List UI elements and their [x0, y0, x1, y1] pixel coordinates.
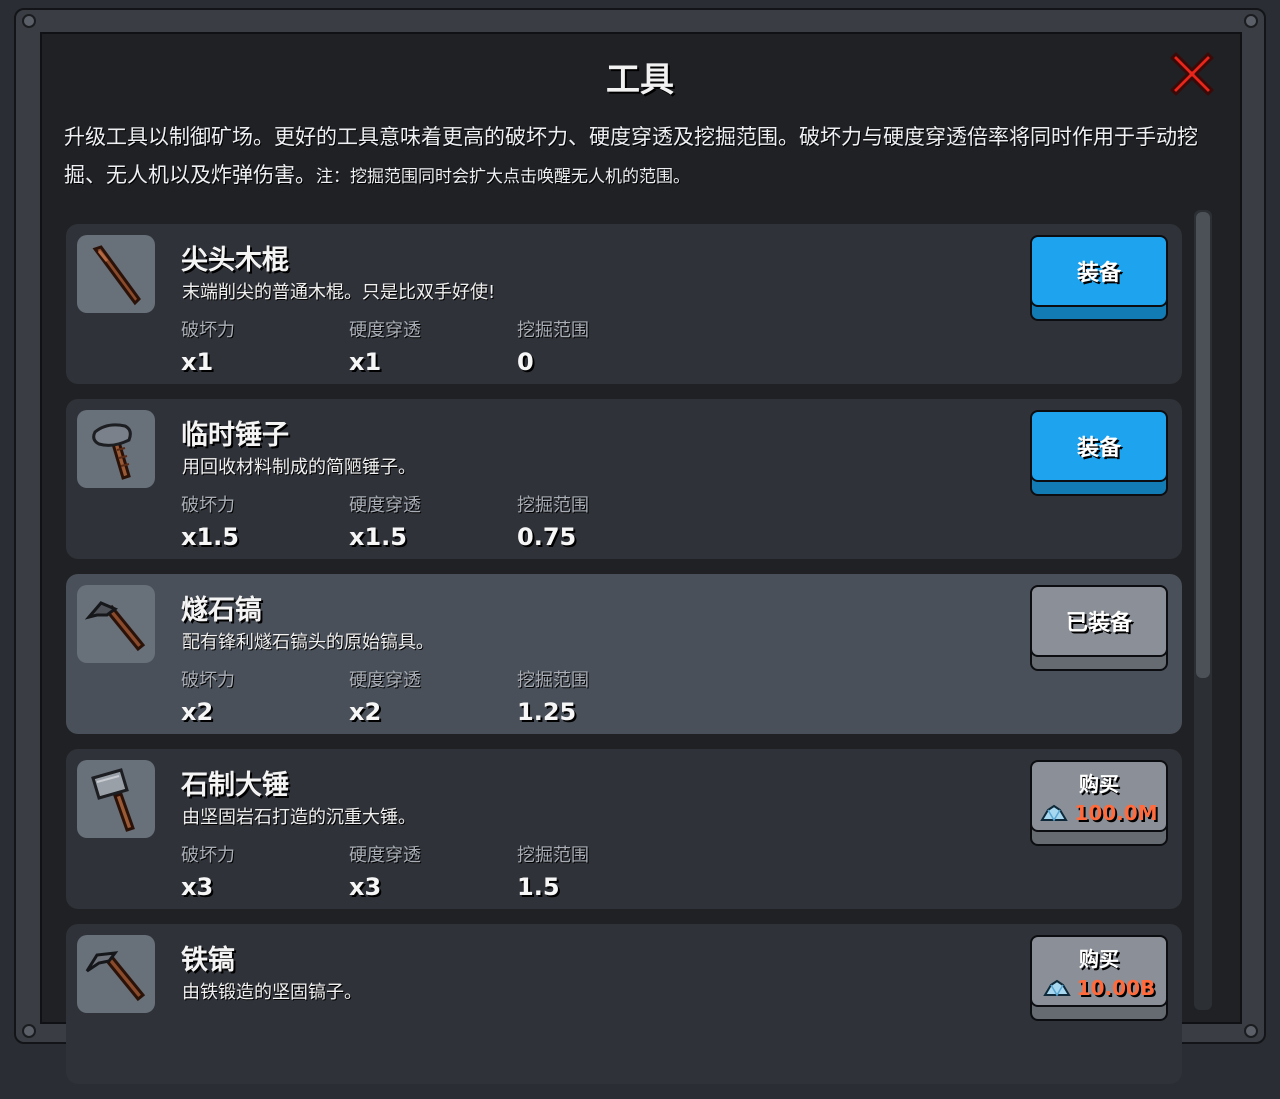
stat-power: 破坏力 x2 [181, 666, 235, 726]
stat-value: x1.5 [349, 523, 407, 551]
crystal-currency-icon [1042, 979, 1071, 996]
tool-card: 铁镐 由铁锻造的坚固镐子。 购买 10.00B [66, 924, 1182, 1084]
stat-power: 破坏力 x1 [181, 316, 235, 376]
rivet-icon [1244, 14, 1258, 28]
button-label: 购买 [1079, 771, 1119, 796]
button-label: 装备 [1030, 235, 1168, 307]
panel-description: 升级工具以制御矿场。更好的工具意味着更高的破坏力、硬度穿透及挖掘范围。破坏力与硬… [64, 118, 1214, 196]
stat-pierce: 硬度穿透 x1.5 [349, 491, 421, 551]
button-label: 已装备 [1030, 585, 1168, 657]
stat-value: x2 [181, 698, 214, 726]
flint-pickaxe-icon [84, 601, 146, 652]
tool-card-equipped: 燧石镐 配有锋利燧石镐头的原始镐具。 破坏力 x2 硬度穿透 x2 挖掘范围 1… [66, 574, 1182, 734]
tool-icon-box [77, 585, 155, 663]
stat-label: 硬度穿透 [349, 845, 421, 866]
tool-description: 用回收材料制成的简陋锤子。 [182, 457, 416, 478]
description-note: 注：挖掘范围同时会扩大点击唤醒无人机的范围。 [316, 167, 690, 187]
stat-label: 挖掘范围 [517, 845, 589, 866]
tool-icon-box [77, 410, 155, 488]
stat-pierce: 硬度穿透 x3 [349, 841, 421, 901]
window-title: 工具 [606, 60, 674, 100]
tool-card: 临时锤子 用回收材料制成的简陋锤子。 破坏力 x1.5 硬度穿透 x1.5 挖掘… [66, 399, 1182, 559]
stat-value: 0 [517, 348, 534, 376]
stat-power: 破坏力 x1.5 [181, 491, 239, 551]
stat-pierce: 硬度穿透 x2 [349, 666, 421, 726]
stat-label: 破坏力 [181, 495, 235, 516]
tool-name: 尖头木棍 [181, 245, 289, 276]
stat-value: x3 [181, 873, 214, 901]
price: 10.00B [1042, 975, 1156, 1000]
stat-value: 1.5 [517, 873, 560, 901]
rivet-icon [22, 1024, 36, 1038]
rivet-icon [22, 14, 36, 28]
stat-range: 挖掘范围 0 [517, 316, 589, 376]
button-face: 购买 100.0M [1030, 760, 1168, 832]
tool-list: 尖头木棍 末端削尖的普通木棍。只是比双手好使! 破坏力 x1 硬度穿透 x1 挖… [66, 224, 1184, 1099]
price: 100.0M [1040, 800, 1158, 825]
equip-button[interactable]: 装备 [1030, 235, 1168, 321]
stat-value: x1 [181, 348, 214, 376]
equipped-button[interactable]: 已装备 [1030, 585, 1168, 671]
tool-name: 临时锤子 [181, 420, 289, 451]
stat-label: 硬度穿透 [349, 495, 421, 516]
tool-name: 石制大锤 [181, 770, 289, 801]
stat-value: 1.25 [517, 698, 577, 726]
stat-range: 挖掘范围 1.5 [517, 841, 589, 901]
price-value: 100.0M [1074, 800, 1158, 825]
rivet-icon [1244, 1024, 1258, 1038]
tool-description: 末端削尖的普通木棍。只是比双手好使! [182, 282, 496, 303]
tool-card: 尖头木棍 末端削尖的普通木棍。只是比双手好使! 破坏力 x1 硬度穿透 x1 挖… [66, 224, 1182, 384]
stat-power: 破坏力 x3 [181, 841, 235, 901]
equip-button[interactable]: 装备 [1030, 410, 1168, 496]
button-label: 购买 [1079, 946, 1119, 971]
stat-value: x1 [349, 348, 382, 376]
tool-icon-box [77, 935, 155, 1013]
tool-description: 配有锋利燧石镐头的原始镐具。 [182, 632, 434, 653]
tool-name: 铁镐 [181, 945, 235, 976]
tool-description: 由铁锻造的坚固镐子。 [182, 982, 362, 1003]
stat-label: 挖掘范围 [517, 495, 589, 516]
stat-range: 挖掘范围 1.25 [517, 666, 589, 726]
stat-range: 挖掘范围 0.75 [517, 491, 589, 551]
stat-label: 挖掘范围 [517, 320, 589, 341]
close-button[interactable] [1168, 50, 1216, 98]
iron-pickaxe-icon [85, 951, 146, 1002]
stat-value: x2 [349, 698, 382, 726]
stat-label: 硬度穿透 [349, 670, 421, 691]
stat-label: 破坏力 [181, 670, 235, 691]
crystal-currency-icon [1040, 804, 1069, 821]
stat-label: 硬度穿透 [349, 320, 421, 341]
tool-description: 由坚固岩石打造的沉重大锤。 [182, 807, 416, 828]
makeshift-hammer-icon [92, 423, 132, 480]
scrollbar-thumb[interactable] [1196, 212, 1210, 678]
close-icon [1170, 52, 1214, 96]
stone-hammer-icon [91, 768, 135, 832]
stat-pierce: 硬度穿透 x1 [349, 316, 421, 376]
stat-label: 挖掘范围 [517, 670, 589, 691]
stat-value: x3 [349, 873, 382, 901]
tool-name: 燧石镐 [181, 595, 262, 626]
price-value: 10.00B [1076, 975, 1156, 1000]
stat-label: 破坏力 [181, 845, 235, 866]
buy-button[interactable]: 购买 100.0M [1030, 760, 1168, 846]
buy-button[interactable]: 购买 10.00B [1030, 935, 1168, 1021]
stat-value: 0.75 [517, 523, 577, 551]
stat-value: x1.5 [181, 523, 239, 551]
stick-icon [92, 245, 141, 306]
tool-card: 石制大锤 由坚固岩石打造的沉重大锤。 破坏力 x3 硬度穿透 x3 挖掘范围 1… [66, 749, 1182, 909]
button-label: 装备 [1030, 410, 1168, 482]
tool-icon-box [77, 760, 155, 838]
tool-icon-box [77, 235, 155, 313]
stat-label: 破坏力 [181, 320, 235, 341]
button-face: 购买 10.00B [1030, 935, 1168, 1007]
